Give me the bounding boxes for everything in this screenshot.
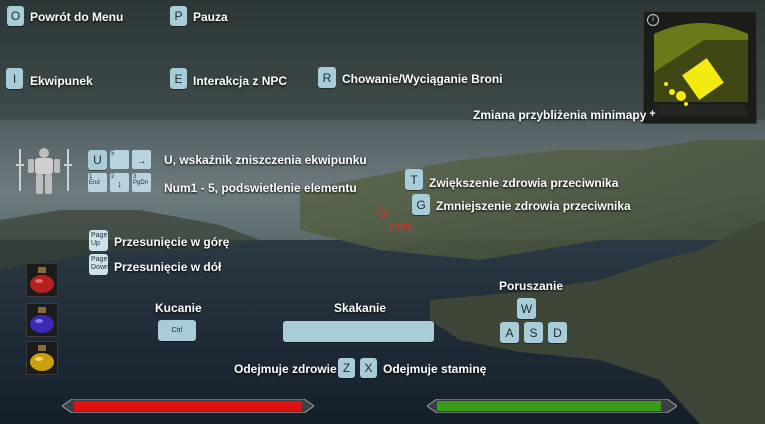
stamina-minus-label: Odejmuje staminę bbox=[383, 362, 487, 376]
highlight-label: Num1 - 5, podswietlenie elementu bbox=[164, 181, 357, 195]
hp-minus-label: Odejmuje zdrowie bbox=[234, 362, 337, 376]
inventory-key[interactable]: I bbox=[6, 68, 23, 89]
equip-damage-key[interactable]: U bbox=[88, 150, 107, 170]
minimap-terrain bbox=[644, 12, 756, 123]
inventory-label: Ekwipunek bbox=[30, 74, 93, 88]
numkey-main: PgDn bbox=[133, 180, 149, 186]
numpad-key-3[interactable]: 3 PgDn bbox=[132, 173, 151, 192]
health-fill bbox=[74, 401, 302, 411]
move-s-key[interactable]: S bbox=[524, 322, 543, 343]
enemy-hp-down-key[interactable]: G bbox=[412, 194, 430, 215]
game-scene: O Powrót do Menu P Pauza I Ekwipunek E I… bbox=[0, 0, 765, 424]
potion-yellow-icon bbox=[30, 345, 54, 371]
numkey-top: 5 bbox=[111, 151, 115, 157]
key-line2: Up bbox=[91, 240, 100, 247]
minimap-zoom-key[interactable]: + bbox=[646, 107, 659, 120]
target-health-text: 100% bbox=[389, 222, 415, 233]
page-down-label: Przesunięcie w dół bbox=[114, 260, 222, 274]
menu-label: Powrót do Menu bbox=[30, 10, 124, 24]
numpad-key-1[interactable]: 1 End bbox=[88, 173, 107, 192]
equipment-armor-icon bbox=[16, 148, 72, 194]
move-w-key[interactable]: W bbox=[517, 298, 536, 319]
numpad-key-6[interactable]: → bbox=[132, 150, 151, 169]
move-a-key[interactable]: A bbox=[500, 322, 519, 343]
move-d-key[interactable]: D bbox=[548, 322, 567, 343]
crosshair-icon bbox=[376, 206, 390, 220]
page-up-label: Przesunięcie w górę bbox=[114, 235, 230, 249]
jump-spacebar[interactable] bbox=[283, 321, 434, 342]
potion-slot-3[interactable] bbox=[26, 341, 58, 375]
npc-label: Interakcja z NPC bbox=[193, 74, 288, 88]
hp-minus-key[interactable]: Z bbox=[338, 358, 355, 378]
enemy-hp-up-key[interactable]: T bbox=[405, 169, 423, 190]
jump-label: Skakanie bbox=[334, 301, 387, 315]
pause-label: Pauza bbox=[193, 10, 228, 24]
minimap[interactable]: i bbox=[643, 11, 757, 124]
crouch-label: Kucanie bbox=[155, 301, 202, 315]
stamina-fill bbox=[437, 401, 661, 411]
numkey-main: End bbox=[89, 180, 100, 186]
numpad-key-2[interactable]: 2 ↓ bbox=[110, 173, 129, 192]
minimap-zoom-label: Zmiana przybliżenia minimapy bbox=[473, 108, 647, 122]
weapon-key[interactable]: R bbox=[318, 67, 336, 88]
movement-label: Poruszanie bbox=[499, 279, 564, 293]
page-down-key[interactable]: Page Down bbox=[89, 254, 109, 275]
potion-slot-2[interactable] bbox=[26, 303, 58, 337]
enemy-hp-down-label: Zmniejszenie zdrowia przeciwnika bbox=[436, 199, 631, 213]
potion-slot-1[interactable] bbox=[26, 263, 58, 297]
pause-key[interactable]: P bbox=[170, 6, 187, 26]
key-line1: Page bbox=[91, 256, 108, 263]
npc-key[interactable]: E bbox=[170, 68, 187, 89]
weapon-label: Chowanie/Wyciąganie Broni bbox=[342, 72, 503, 86]
potion-red-icon bbox=[30, 267, 54, 293]
info-icon[interactable]: i bbox=[647, 14, 659, 26]
page-up-key[interactable]: Page Up bbox=[89, 230, 108, 251]
stamina-bar bbox=[427, 399, 677, 413]
key-line2: Down bbox=[91, 264, 109, 271]
menu-key[interactable]: O bbox=[7, 6, 24, 26]
arrow-right-icon: → bbox=[136, 156, 147, 167]
key-line1: Page bbox=[91, 232, 108, 239]
potion-blue-icon bbox=[30, 307, 54, 333]
stamina-minus-key[interactable]: X bbox=[360, 358, 377, 378]
numpad-key-5[interactable]: 5 bbox=[110, 150, 129, 169]
equip-damage-label: U, wskaźnik zniszczenia ekwipunku bbox=[164, 153, 367, 167]
health-bar bbox=[62, 399, 314, 413]
crouch-key[interactable]: Ctrl bbox=[158, 320, 196, 341]
arrow-down-icon: ↓ bbox=[117, 179, 122, 190]
enemy-hp-up-label: Zwiększenie zdrowia przeciwnika bbox=[429, 176, 619, 190]
